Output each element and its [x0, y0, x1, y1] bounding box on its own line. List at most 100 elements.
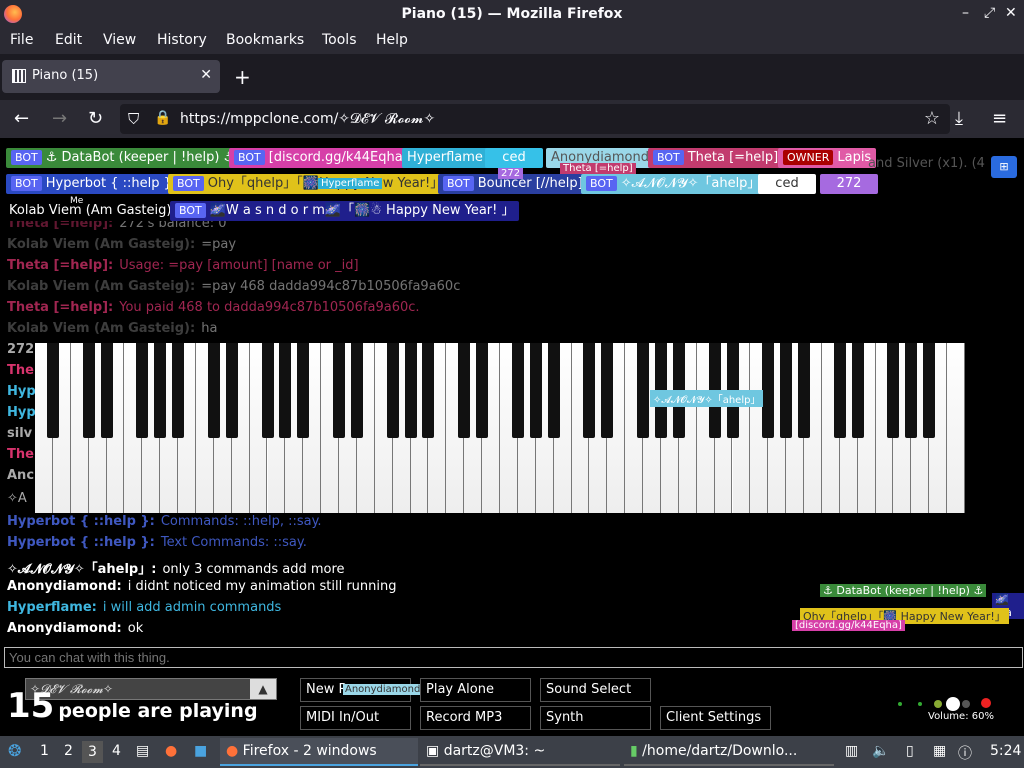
- black-key[interactable]: [261, 343, 274, 438]
- play-alone-button[interactable]: Play Alone: [420, 678, 531, 702]
- firefox-launcher-icon[interactable]: ●: [165, 743, 177, 759]
- url-bar[interactable]: ⛉ 🔒 https://mppclone.com/✧𝓓𝓔𝓥 𝓡𝓸𝓸𝓶✧ ☆: [120, 104, 950, 134]
- start-menu-icon[interactable]: ❂: [8, 741, 21, 760]
- tab-label: Piano (15): [32, 68, 99, 83]
- user-tag-discord[interactable]: BOT [discord.gg/k44Eqha]: [229, 148, 413, 168]
- clipboard-icon[interactable]: ▯: [906, 743, 914, 759]
- menu-bookmarks[interactable]: Bookmarks: [226, 32, 304, 48]
- workspace-4[interactable]: 4: [112, 743, 121, 759]
- black-key[interactable]: [851, 343, 864, 438]
- user-tag-lapis[interactable]: OWNER Lapis: [778, 148, 877, 168]
- synth-button[interactable]: Synth: [540, 706, 651, 730]
- lock-icon[interactable]: 🔒: [154, 110, 171, 126]
- menu-help[interactable]: Help: [376, 32, 408, 48]
- black-key[interactable]: [82, 343, 95, 438]
- workspace-2[interactable]: 2: [64, 743, 73, 759]
- task-files[interactable]: ▮ /home/dartz/Downlo...: [624, 738, 834, 766]
- black-key[interactable]: [136, 343, 149, 438]
- forward-icon[interactable]: →: [52, 108, 67, 129]
- black-key[interactable]: [458, 343, 471, 438]
- black-key[interactable]: [404, 343, 417, 438]
- menu-toggle-icon[interactable]: ⊞: [991, 156, 1017, 178]
- black-key[interactable]: [511, 343, 524, 438]
- close-tab-icon[interactable]: ✕: [200, 67, 212, 83]
- bookmark-star-icon[interactable]: ☆: [924, 108, 940, 129]
- black-key[interactable]: [798, 343, 811, 438]
- menu-edit[interactable]: Edit: [55, 32, 82, 48]
- black-key[interactable]: [207, 343, 220, 438]
- white-key[interactable]: [947, 343, 965, 513]
- minimize-icon[interactable]: –: [962, 5, 969, 21]
- reload-icon[interactable]: ↻: [88, 108, 103, 129]
- volume-dot-icon: [934, 700, 942, 708]
- black-key[interactable]: [422, 343, 435, 438]
- close-window-icon[interactable]: ✕: [1005, 5, 1017, 21]
- black-key[interactable]: [297, 343, 310, 438]
- black-key[interactable]: [762, 343, 775, 438]
- user-tag-272[interactable]: 272: [820, 174, 878, 194]
- app-menu-icon[interactable]: ≡: [992, 108, 1007, 129]
- tab-piano[interactable]: Piano (15) ✕: [2, 60, 220, 93]
- chat-message: Theta [=help]: You paid 468 to dadda994c8…: [7, 300, 420, 315]
- black-key[interactable]: [833, 343, 846, 438]
- user-tag-ohy[interactable]: BOTOhy「qhelp」「🎆Happy New Year!」: [168, 174, 449, 194]
- menu-file[interactable]: File: [10, 32, 33, 48]
- user-tag-ced[interactable]: ced: [485, 148, 543, 168]
- user-tag-databot[interactable]: BOT ⚓ DataBot (keeper | !help) ⚓: [6, 148, 241, 168]
- task-terminal[interactable]: ▣ dartz@VM3: ~: [420, 738, 620, 766]
- black-key[interactable]: [279, 343, 292, 438]
- user-tag-anony[interactable]: BOT ✧𝓐𝓝𝓞𝓝𝓨✧「ahelp」: [581, 174, 766, 194]
- user-tag-theta[interactable]: BOT Theta [=help]: [648, 148, 784, 168]
- user-tag-wasndorm[interactable]: BOT 🌌W a s n d o r m🌌「🎆☃ Happy New Year! …: [170, 201, 520, 221]
- user-tag-kolab[interactable]: Kolab Viem (Am Gasteig): [4, 201, 177, 221]
- black-key[interactable]: [386, 343, 399, 438]
- record-mp3-button[interactable]: Record MP3: [420, 706, 531, 730]
- trash-icon[interactable]: ▥: [845, 743, 858, 759]
- black-key[interactable]: [476, 343, 489, 438]
- info-icon[interactable]: ⓘ: [958, 743, 972, 763]
- workspace-3[interactable]: 3: [82, 741, 103, 763]
- sound-select-button[interactable]: Sound Select: [540, 678, 651, 702]
- chat-message: Kolab Viem (Am Gasteig): =pay 468 dadda99…: [7, 279, 461, 294]
- menu-view[interactable]: View: [103, 32, 136, 48]
- black-key[interactable]: [333, 343, 346, 438]
- black-key[interactable]: [154, 343, 167, 438]
- black-key[interactable]: [529, 343, 542, 438]
- network-icon[interactable]: ▦: [933, 743, 946, 759]
- black-key[interactable]: [225, 343, 238, 438]
- black-key[interactable]: [887, 343, 900, 438]
- midi-button[interactable]: MIDI In/Out: [300, 706, 411, 730]
- menu-tools[interactable]: Tools: [322, 32, 357, 48]
- client-settings-button[interactable]: Client Settings: [660, 706, 771, 730]
- speaker-icon[interactable]: 🔈: [872, 743, 889, 759]
- black-key[interactable]: [583, 343, 596, 438]
- black-key[interactable]: [547, 343, 560, 438]
- downloads-icon[interactable]: ⤓: [955, 108, 963, 129]
- window-launcher-icon[interactable]: ■: [194, 743, 207, 759]
- user-tag-ced-2[interactable]: ced: [758, 174, 816, 194]
- back-icon[interactable]: ←: [14, 108, 29, 129]
- black-key[interactable]: [923, 343, 936, 438]
- task-firefox[interactable]: ● Firefox - 2 windows: [220, 738, 418, 766]
- volume-knob-icon[interactable]: [946, 697, 960, 711]
- black-key[interactable]: [637, 343, 650, 438]
- url-text[interactable]: https://mppclone.com/✧𝓓𝓔𝓥 𝓡𝓸𝓸𝓶✧: [180, 111, 435, 127]
- black-key[interactable]: [905, 343, 918, 438]
- new-room-button[interactable]: New R Anonydiamond: [300, 678, 423, 702]
- shield-icon[interactable]: ⛉: [128, 110, 139, 128]
- black-key[interactable]: [172, 343, 185, 438]
- menu-history[interactable]: History: [157, 32, 207, 48]
- black-key[interactable]: [780, 343, 793, 438]
- user-tag-hyperbot[interactable]: BOT Hyperbot { ::help }: [6, 174, 177, 194]
- piano-keyboard[interactable]: [35, 343, 965, 513]
- user-tag-hyperflame[interactable]: Hyperflame: [402, 148, 488, 168]
- restore-icon[interactable]: ⤢: [984, 5, 995, 21]
- black-key[interactable]: [46, 343, 59, 438]
- files-launcher-icon[interactable]: ▤: [136, 743, 149, 759]
- black-key[interactable]: [350, 343, 363, 438]
- workspace-1[interactable]: 1: [40, 743, 49, 759]
- black-key[interactable]: [601, 343, 614, 438]
- new-tab-icon[interactable]: +: [234, 65, 251, 89]
- chat-input[interactable]: [4, 647, 1023, 668]
- black-key[interactable]: [100, 343, 113, 438]
